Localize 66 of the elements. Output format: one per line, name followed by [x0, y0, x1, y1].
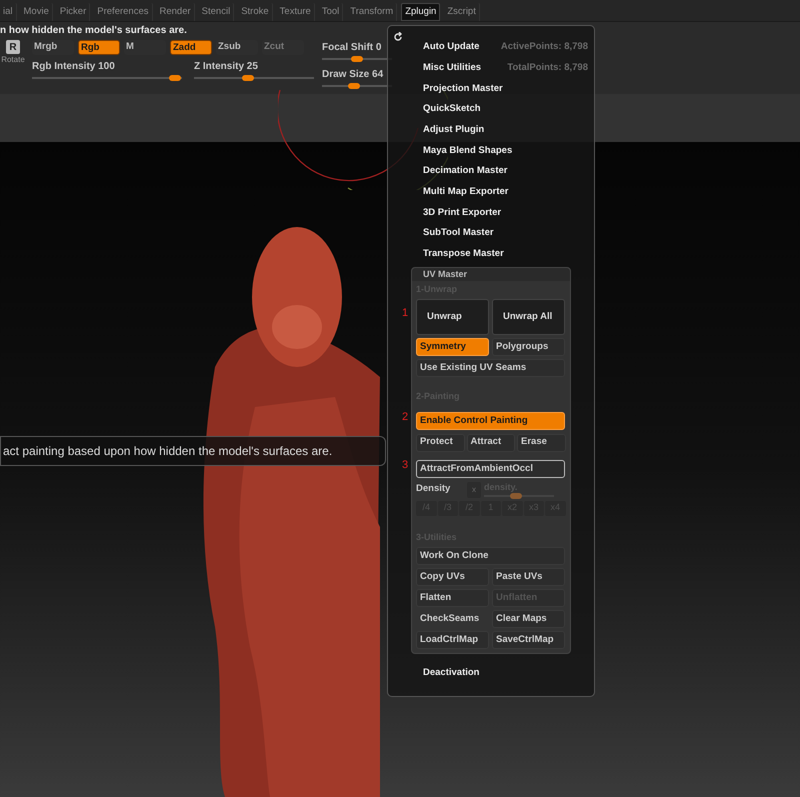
- rotate-key-icon: R: [6, 40, 20, 54]
- step-number: 2: [402, 410, 408, 425]
- menu-tab[interactable]: Transform: [347, 3, 398, 21]
- slider-thumb[interactable]: [242, 75, 254, 81]
- step-number: 1: [402, 306, 408, 321]
- step-number: 3: [402, 458, 408, 473]
- rotate-button[interactable]: R Rotate: [0, 40, 26, 66]
- slider-track[interactable]: [32, 74, 182, 82]
- slider-label: Z Intensity 25: [194, 61, 259, 73]
- menu-item[interactable]: Maya Blend Shapes: [423, 144, 512, 158]
- panel-button[interactable]: LoadCtrlMap: [416, 631, 489, 650]
- menu-tab[interactable]: Preferences: [94, 3, 152, 21]
- panel-button[interactable]: Paste UVs: [492, 568, 565, 586]
- panel-button[interactable]: Protect: [416, 434, 464, 452]
- panel-button[interactable]: Work On Clone: [416, 547, 565, 566]
- panel-button[interactable]: Symmetry: [416, 338, 489, 356]
- menu-item[interactable]: Auto Update: [423, 40, 480, 54]
- menu-item[interactable]: Multi Map Exporter: [423, 185, 509, 200]
- panel-button[interactable]: Copy UVs: [416, 568, 489, 586]
- menu-item[interactable]: Misc Utilities: [423, 60, 482, 76]
- menu-item[interactable]: Transpose Master: [423, 247, 504, 262]
- menu-item[interactable]: Decimation Master: [423, 164, 508, 179]
- panel-button[interactable]: Erase: [517, 434, 566, 452]
- menu-tab[interactable]: Tool: [318, 3, 344, 21]
- slider-thumb[interactable]: [348, 83, 360, 89]
- menu-tab[interactable]: ial: [0, 3, 17, 21]
- panel-header: UV Master: [412, 268, 570, 281]
- density-label: Density: [416, 482, 452, 496]
- points-count: ActivePoints: 8,798: [500, 40, 588, 54]
- menu-item[interactable]: Projection Master: [423, 82, 503, 96]
- info-text: n how hidden the model's surfaces are.: [0, 24, 187, 38]
- mode-button[interactable]: Zadd: [170, 40, 212, 55]
- menu-tab[interactable]: Zscript: [444, 3, 480, 21]
- menu-tab[interactable]: Stroke: [238, 3, 273, 21]
- panel-button[interactable]: Enable Control Painting: [416, 412, 565, 430]
- menu-item[interactable]: 3D Print Exporter: [423, 206, 502, 220]
- menu-tab[interactable]: Movie: [20, 3, 53, 21]
- menu-item[interactable]: SubTool Master: [423, 226, 494, 241]
- menu-tab[interactable]: Zplugin: [401, 3, 440, 21]
- tooltip-text: act painting based upon how hidden the model's surfaces are.: [2, 443, 332, 460]
- points-count: TotalPoints: 8,798: [507, 60, 588, 75]
- panel-button[interactable]: AttractFromAmbientOccl: [416, 460, 565, 478]
- menu-tab[interactable]: Picker: [56, 3, 90, 21]
- slider-label: Focal Shift 0: [322, 42, 382, 54]
- unwrap-button[interactable]: Unwrap: [416, 299, 489, 336]
- panel-button[interactable]: CheckSeams: [416, 610, 489, 628]
- menu-item[interactable]: Deactivation: [423, 666, 480, 680]
- panel-button[interactable]: Polygroups: [492, 338, 565, 356]
- panel-button[interactable]: Flatten: [416, 589, 489, 608]
- slider-thumb[interactable]: [168, 75, 180, 81]
- menu-tab[interactable]: Render: [156, 3, 195, 21]
- slider-label: Rgb Intensity 100: [32, 61, 116, 73]
- menu-item[interactable]: Adjust Plugin: [423, 122, 484, 138]
- slider-thumb[interactable]: [351, 56, 363, 62]
- mode-button[interactable]: Rgb: [78, 40, 120, 55]
- panel-button[interactable]: Use Existing UV Seams: [416, 359, 565, 378]
- panel-button[interactable]: Clear Maps: [492, 610, 565, 628]
- refresh-icon[interactable]: [393, 32, 403, 42]
- panel-button[interactable]: Attract: [466, 434, 515, 452]
- slider-thumb[interactable]: [510, 493, 522, 500]
- menu-item[interactable]: QuickSketch: [423, 102, 481, 117]
- menu-tab[interactable]: Texture: [276, 3, 315, 21]
- slider-label: Draw Size 64: [322, 69, 384, 81]
- menu-tab[interactable]: Stencil: [198, 3, 234, 21]
- panel-button[interactable]: SaveCtrlMap: [492, 631, 565, 650]
- unwrap-button[interactable]: Unwrap All: [492, 299, 565, 336]
